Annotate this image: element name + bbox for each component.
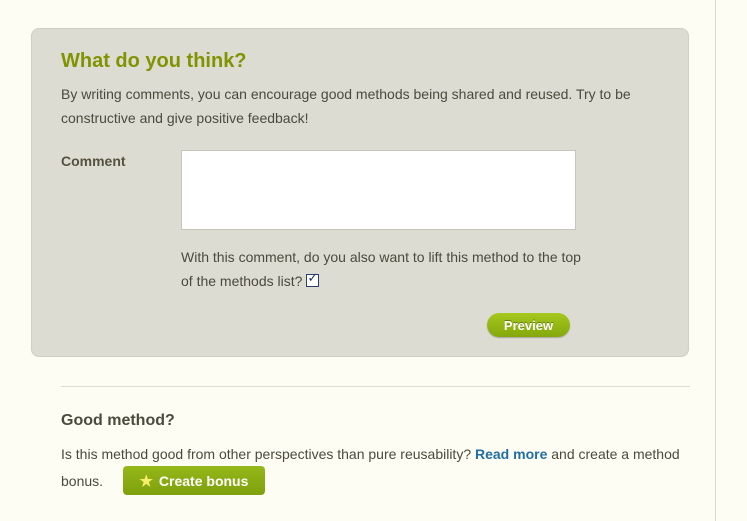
checkmark-icon: ✓ <box>307 270 319 285</box>
lift-method-checkbox[interactable]: ✓ <box>306 270 320 287</box>
comment-textarea[interactable] <box>181 150 576 230</box>
section-divider <box>61 386 690 387</box>
right-column-border <box>715 0 716 521</box>
comment-label: Comment <box>61 153 126 169</box>
good-method-text: Is this method good from other perspecti… <box>61 441 701 497</box>
good-method-text-before: Is this method good from other perspecti… <box>61 446 472 462</box>
create-bonus-button[interactable]: ★ Create bonus <box>122 466 265 495</box>
star-icon: ★ <box>139 472 153 490</box>
preview-button[interactable]: Preview <box>487 313 570 337</box>
comment-panel: What do you think? By writing comments, … <box>31 28 689 357</box>
read-more-link[interactable]: Read more <box>475 446 547 462</box>
good-method-title: Good method? <box>61 412 175 429</box>
comment-panel-title: What do you think? <box>61 50 247 72</box>
lift-method-question: With this comment, do you also want to l… <box>181 245 591 293</box>
create-bonus-label: Create bonus <box>158 472 249 489</box>
comment-panel-intro: By writing comments, you can encourage g… <box>61 86 631 126</box>
lift-method-question-text: With this comment, do you also want to l… <box>181 249 581 289</box>
